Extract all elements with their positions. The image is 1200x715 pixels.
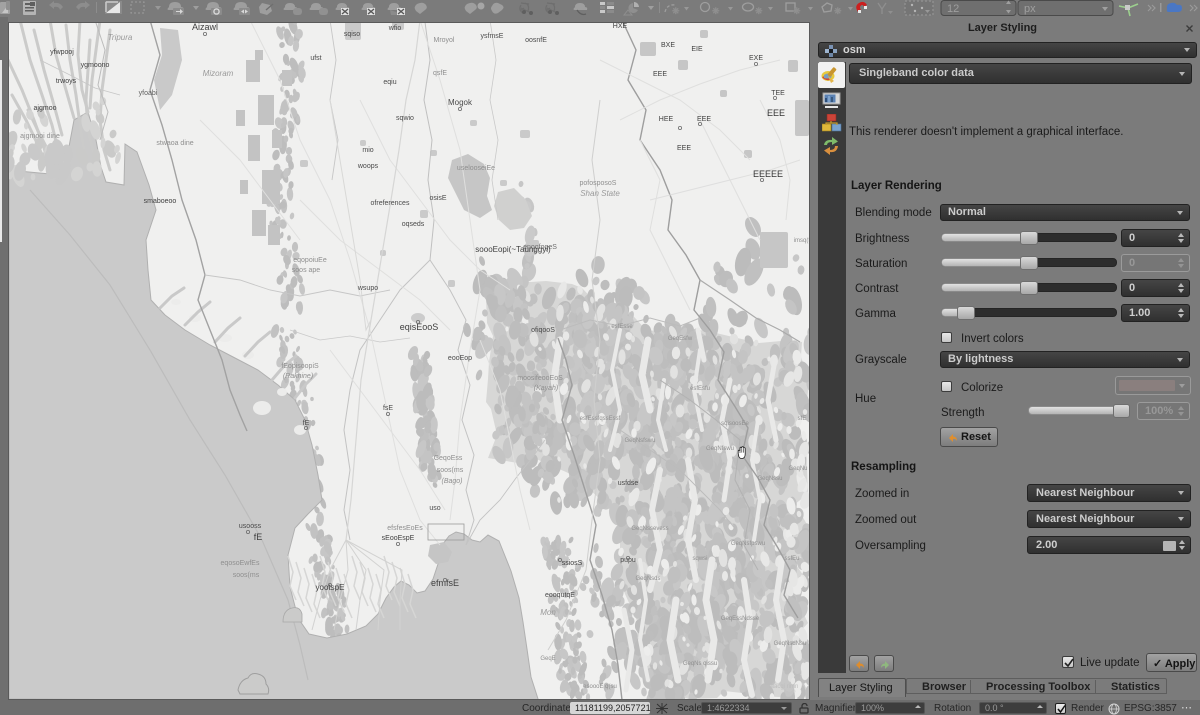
svg-text:Mogok: Mogok (448, 98, 473, 107)
svg-text:❋: ❋ (712, 6, 720, 16)
svg-text:(Kayah): (Kayah) (534, 385, 559, 392)
svg-text:soos(ms: soos(ms (233, 572, 260, 579)
svg-text:HXE: HXE (613, 23, 628, 30)
svg-text:yfoabi: yfoabi (139, 90, 158, 97)
svg-text:trwoys: trwoys (56, 78, 77, 85)
svg-text:TEE: TEE (771, 90, 785, 97)
svg-text:esfEsfu: esfEsfu (690, 386, 710, 392)
svg-text:EEE: EEE (677, 145, 691, 152)
svg-text:fE: fE (303, 420, 310, 427)
svg-text:yootspE: yootspE (316, 583, 345, 592)
svg-text:osisE: osisE (429, 195, 446, 202)
svg-text:ajgmoo: ajgmoo (34, 105, 57, 112)
svg-text:ssiosS: ssiosS (562, 560, 583, 567)
svg-text:fsE: fsE (383, 405, 393, 412)
svg-text:HEE: HEE (659, 116, 674, 123)
svg-text:GeqNu: GeqNu (788, 466, 807, 472)
svg-text:px: px (1024, 3, 1036, 15)
svg-text:Aizawl: Aizawl (192, 23, 218, 32)
svg-text:BXE: BXE (661, 42, 675, 49)
svg-text:EEE: EEE (697, 116, 711, 123)
svg-text:Tripura: Tripura (108, 33, 133, 42)
svg-text:mio: mio (362, 147, 373, 154)
svg-text:ygmoono: ygmoono (81, 62, 110, 69)
svg-text:usfdse: usfdse (618, 480, 639, 487)
svg-text:GeqNsfpswu: GeqNsfpswu (731, 541, 765, 547)
svg-text:sqiso: sqiso (344, 31, 360, 38)
svg-text:fEopisoopiS: fEopisoopiS (281, 363, 319, 370)
svg-text:GeqE: GeqE (540, 656, 555, 662)
svg-text:❋: ❋ (793, 6, 801, 16)
svg-text:GeqNssu: GeqNssu (757, 476, 782, 482)
svg-text:ufst: ufst (310, 55, 321, 62)
svg-text:ofreferences: ofreferences (371, 200, 410, 207)
svg-text:12: 12 (947, 3, 959, 15)
svg-text:smaboeoo: smaboeoo (144, 198, 177, 205)
svg-text:yfwpooj: yfwpooj (50, 49, 74, 56)
svg-text:maacgi rimn: maacgi rimn (766, 684, 799, 690)
svg-text:EIE: EIE (691, 46, 703, 53)
svg-text:sfE: sfE (798, 416, 807, 422)
svg-text:EEE: EEE (767, 108, 785, 118)
svg-text:Mroyol: Mroyol (433, 37, 454, 44)
svg-text:uselooseiEe: uselooseiEe (457, 165, 495, 172)
svg-text:esoooE q(su: esoooE q(su (583, 684, 617, 690)
svg-text:oosnfE: oosnfE (525, 37, 547, 44)
svg-text:oqseds: oqseds (402, 221, 425, 228)
svg-text:❋: ❋ (834, 6, 842, 16)
svg-text:EXE: EXE (749, 55, 763, 62)
svg-text:sEooEspE: sEooEspE (382, 535, 415, 542)
svg-text:GeqEsfw: GeqEsfw (668, 336, 693, 342)
svg-text:GeqEssNdsse: GeqEssNdsse (721, 616, 760, 622)
svg-text:sqwio: sqwio (396, 115, 414, 122)
svg-text:fE: fE (254, 532, 263, 542)
svg-text:❋: ❋ (672, 6, 680, 16)
svg-text:uso: uso (429, 505, 440, 512)
svg-text:GeqNsds: GeqNsds (635, 576, 660, 582)
svg-text:soooEopi(~Taunggyi): soooEopi(~Taunggyi) (475, 245, 551, 254)
svg-text:esfEssfqssEssf: esfEssfqssEssf (580, 416, 621, 422)
svg-text:ofiqooS: ofiqooS (531, 327, 555, 334)
svg-text:efmfsE: efmfsE (431, 578, 459, 588)
svg-text:Mon: Mon (540, 608, 556, 617)
svg-text:soos ape: soos ape (292, 267, 321, 274)
svg-text:eqiu: eqiu (383, 79, 396, 86)
svg-text:efsfesEoEs: efsfesEoEs (387, 525, 423, 532)
svg-text:wfio: wfio (388, 25, 402, 32)
svg-text:stwaoa dine: stwaoa dine (156, 140, 193, 147)
svg-text:GeqoEss: GeqoEss (434, 455, 463, 462)
svg-text:ysfmsE: ysfmsE (481, 33, 504, 40)
svg-text:(Bago): (Bago) (441, 478, 462, 485)
svg-text:usooss: usooss (239, 523, 262, 530)
svg-text:Mizoram: Mizoram (203, 69, 234, 78)
svg-text:eqosoEwfEs: eqosoEwfEs (221, 560, 260, 567)
svg-text:GeqNssevess: GeqNssevess (631, 526, 668, 532)
svg-text:GeqNs qissu: GeqNs qissu (683, 661, 717, 667)
svg-text:eooqutqE: eooqutqE (545, 592, 575, 599)
svg-text:pofosposoS: pofosposoS (580, 180, 617, 187)
svg-text:GeqNsfswu: GeqNsfswu (624, 438, 655, 444)
svg-text:sqisoosEe: sqisoosEe (721, 421, 749, 427)
svg-text:ssfEu: ssfEu (784, 556, 799, 562)
svg-text:wsupo: wsupo (357, 285, 378, 292)
svg-text:qsfE: qsfE (433, 70, 447, 77)
svg-text:moosifeooEoS: moosifeooEoS (517, 375, 563, 382)
svg-text:EEE: EEE (653, 71, 667, 78)
svg-text:woops: woops (357, 163, 379, 170)
svg-text:GeqNsdNsu: GeqNsdNsu (774, 641, 807, 647)
svg-text:sqwsi: sqwsi (692, 556, 707, 562)
svg-text:eqopoiuEe: eqopoiuEe (293, 257, 327, 264)
svg-text:EEEEE: EEEEE (753, 169, 783, 179)
svg-text:(Rakhine): (Rakhine) (283, 373, 313, 380)
svg-text:❋: ❋ (755, 6, 763, 16)
svg-text:esfEsse: esfEsse (611, 324, 633, 330)
svg-text:pupu: pupu (620, 557, 636, 564)
svg-text:GeqNfswu: GeqNfswu (706, 446, 734, 452)
svg-text:eooEop: eooEop (448, 355, 472, 362)
svg-text:ajgmooi dine: ajgmooi dine (20, 133, 60, 140)
svg-text:Shan State: Shan State (580, 189, 620, 198)
svg-text:soos(ms: soos(ms (437, 467, 464, 474)
svg-text:imsq(fim: imsq(fim (794, 238, 809, 244)
